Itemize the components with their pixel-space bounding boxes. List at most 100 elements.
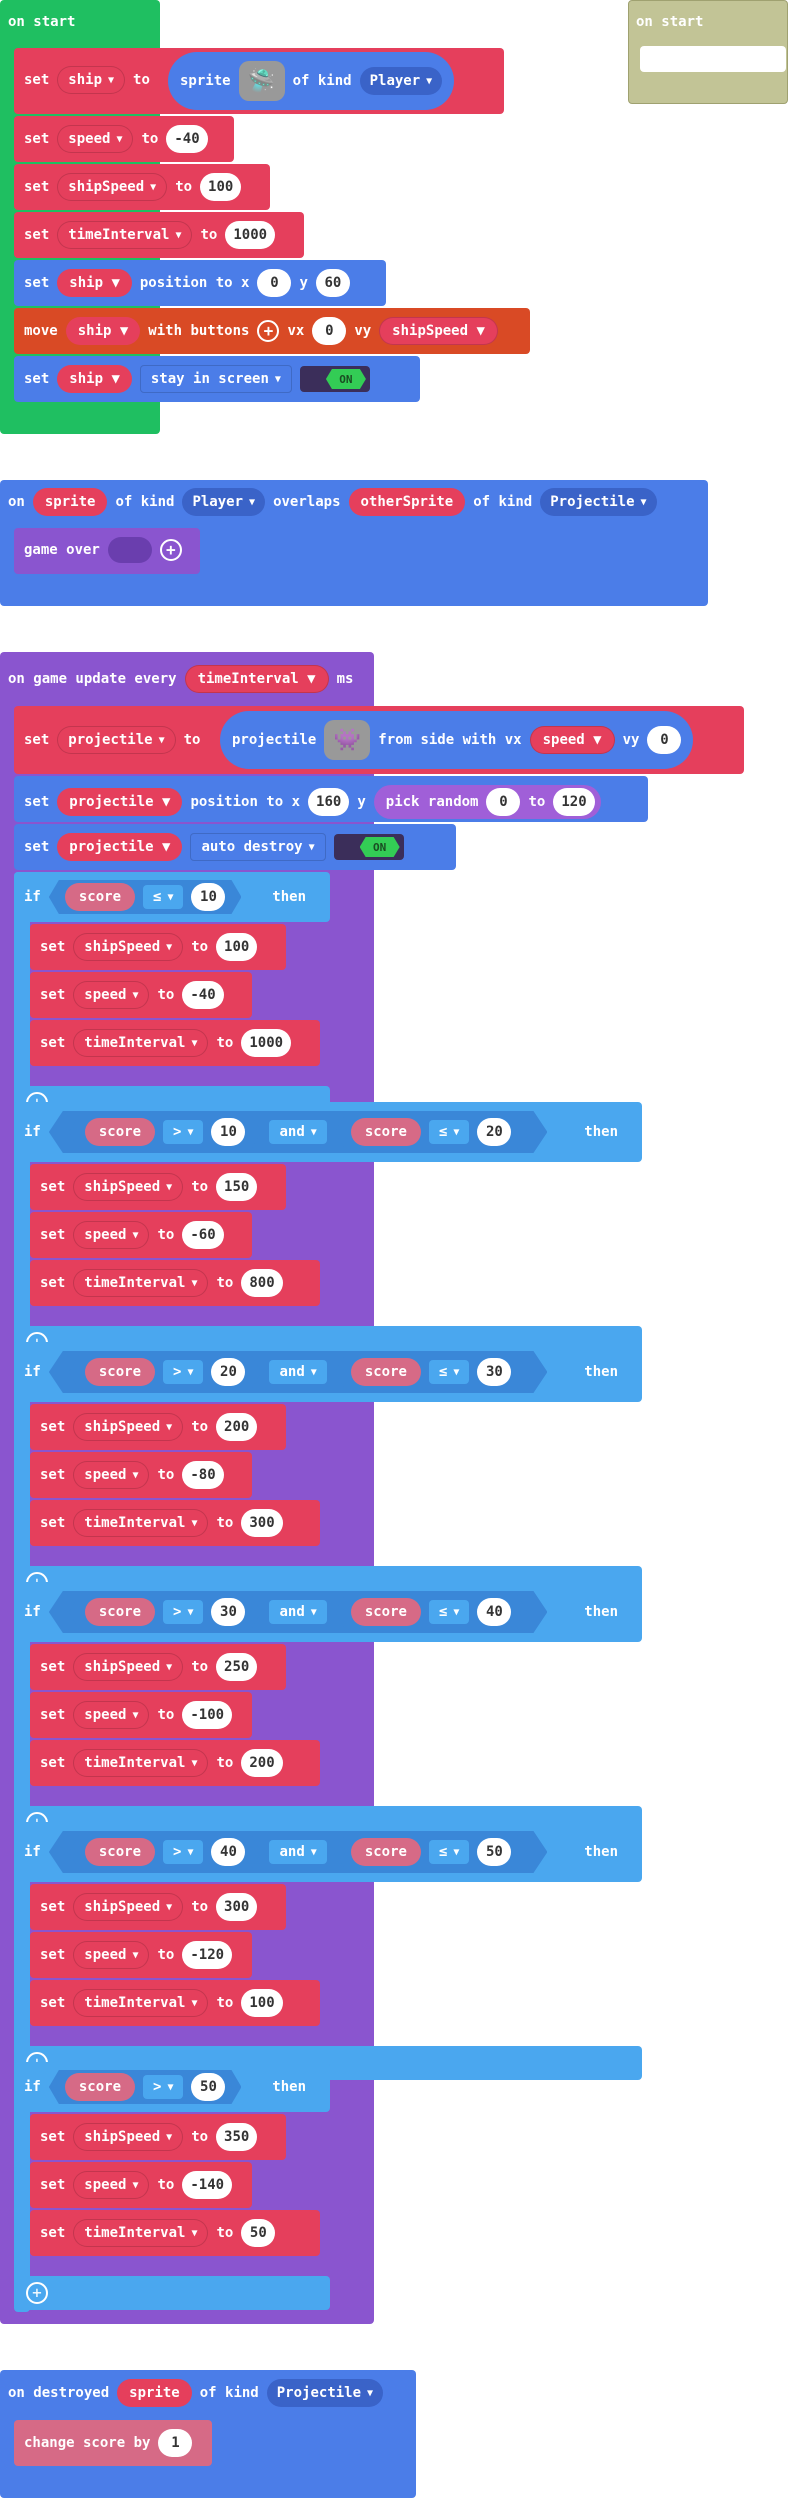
comparison-value-input[interactable]: 40 — [211, 1838, 245, 1866]
othersprite-variable-pill[interactable]: otherSprite — [348, 488, 466, 516]
operator-dropdown[interactable]: ≤ — [429, 1600, 469, 1624]
operator-dropdown[interactable]: ≤ — [429, 1360, 469, 1384]
kind-dropdown-player[interactable]: Player — [359, 67, 443, 95]
y-value-input[interactable]: 60 — [315, 269, 350, 297]
and-block[interactable]: score > 30 and score ≤ 40 — [49, 1591, 548, 1633]
comparison-block[interactable]: score > 10 — [69, 1115, 262, 1149]
variable-dropdown-timeInterval[interactable]: timeInterval — [73, 1029, 209, 1057]
shipSpeed-value-input[interactable]: 100 — [200, 173, 242, 201]
shipSpeed-value-input[interactable]: 250 — [216, 1653, 258, 1681]
comparison-block[interactable]: score > 30 — [69, 1595, 262, 1629]
variable-dropdown-speed[interactable]: speed — [73, 1701, 150, 1729]
shipSpeed-value-input[interactable]: 150 — [216, 1173, 258, 1201]
comparison-value-input[interactable]: 20 — [477, 1118, 511, 1146]
comparison-block[interactable]: score > 40 — [69, 1835, 262, 1869]
vx-value-input[interactable]: 0 — [312, 317, 347, 345]
variable-dropdown-timeInterval[interactable]: timeInterval — [73, 2219, 209, 2247]
shipSpeed-value-input[interactable]: 200 — [216, 1413, 258, 1441]
operator-dropdown[interactable]: ≤ — [143, 885, 183, 909]
and-block[interactable]: score > 10 and score ≤ 20 — [49, 1111, 548, 1153]
flag-dropdown-stay-in-screen[interactable]: stay in screen — [139, 365, 292, 393]
and-or-dropdown[interactable]: and — [269, 1600, 326, 1624]
operator-dropdown[interactable]: > — [163, 1120, 203, 1144]
variable-dropdown-timeInterval[interactable]: timeInterval — [73, 1989, 209, 2017]
speed-value-input[interactable]: -60 — [182, 1221, 224, 1249]
projectile-from-side-block[interactable]: projectile 👾 from side with vx speed ▼ v… — [220, 711, 694, 769]
on-off-toggle[interactable]: ON — [333, 834, 404, 860]
and-or-dropdown[interactable]: and — [269, 1120, 326, 1144]
variable-dropdown-speed[interactable]: speed — [73, 1461, 150, 1489]
variable-dropdown-timeInterval[interactable]: timeInterval — [73, 1509, 209, 1537]
comparison-value-input[interactable]: 30 — [477, 1358, 511, 1386]
variable-dropdown-shipSpeed[interactable]: shipSpeed — [73, 1893, 184, 1921]
comparison-block[interactable]: score > 50 — [49, 2070, 242, 2104]
shipSpeed-value-input[interactable]: 350 — [216, 2123, 258, 2151]
on-off-toggle[interactable]: ON — [299, 366, 370, 392]
timeInterval-value-input[interactable]: 100 — [241, 1989, 283, 2017]
variable-dropdown-shipSpeed[interactable]: shipSpeed — [73, 933, 184, 961]
comparison-value-input[interactable]: 10 — [211, 1118, 245, 1146]
timeInterval-value-input[interactable]: 1000 — [241, 1029, 292, 1057]
operator-dropdown[interactable]: > — [163, 1840, 203, 1864]
expand-plus-icon[interactable]: + — [159, 539, 182, 561]
variable-dropdown-speed[interactable]: speed — [73, 1221, 150, 1249]
speed-value-input[interactable]: -80 — [182, 1461, 224, 1489]
variable-dropdown-shipSpeed[interactable]: shipSpeed — [73, 1173, 184, 1201]
speed-value-input[interactable]: -40 — [182, 981, 224, 1009]
variable-dropdown-speed[interactable]: speed ▼ — [529, 726, 615, 754]
and-block[interactable]: score > 40 and score ≤ 50 — [49, 1831, 548, 1873]
kind-dropdown-projectile[interactable]: Projectile — [266, 2379, 384, 2407]
comparison-block[interactable]: score ≤ 20 — [335, 1115, 528, 1149]
if-block-footer[interactable] — [14, 2276, 330, 2310]
and-block[interactable]: score > 20 and score ≤ 30 — [49, 1351, 548, 1393]
variable-dropdown-shipSpeed[interactable]: shipSpeed — [73, 1653, 184, 1681]
operator-dropdown[interactable]: > — [143, 2075, 183, 2099]
variable-dropdown-shipSpeed[interactable]: shipSpeed — [57, 173, 168, 201]
shipSpeed-value-input[interactable]: 100 — [216, 933, 258, 961]
score-reporter[interactable]: score — [351, 1838, 421, 1866]
variable-dropdown-speed[interactable]: speed — [73, 1941, 150, 1969]
comparison-block[interactable]: score ≤ 50 — [335, 1835, 528, 1869]
speed-value-input[interactable]: -40 — [166, 125, 208, 153]
operator-dropdown[interactable]: ≤ — [429, 1840, 469, 1864]
operator-dropdown[interactable]: > — [163, 1600, 203, 1624]
operator-dropdown[interactable]: > — [163, 1360, 203, 1384]
comparison-block[interactable]: score > 20 — [69, 1355, 262, 1389]
kind-dropdown-projectile[interactable]: Projectile — [540, 488, 657, 516]
variable-dropdown-timeInterval[interactable]: timeInterval — [73, 1749, 209, 1777]
expand-plus-icon[interactable]: + — [257, 320, 280, 342]
shipSpeed-value-input[interactable]: 300 — [216, 1893, 258, 1921]
timeInterval-value-input[interactable]: 50 — [241, 2219, 276, 2247]
variable-dropdown-ship[interactable]: ship ▼ — [65, 317, 141, 345]
variable-dropdown-speed[interactable]: speed — [73, 2171, 150, 2199]
create-sprite-block[interactable]: sprite 🛸 of kind Player — [168, 52, 455, 110]
timeInterval-value-input[interactable]: 200 — [241, 1749, 283, 1777]
pick-random-block[interactable]: pick random 0 to 120 — [373, 785, 601, 819]
variable-dropdown-projectile[interactable]: projectile ▼ — [57, 833, 183, 861]
score-reporter[interactable]: score — [85, 1838, 155, 1866]
comparison-value-input[interactable]: 50 — [477, 1838, 511, 1866]
speed-value-input[interactable]: -140 — [182, 2171, 233, 2199]
comparison-block[interactable]: score ≤ 40 — [335, 1595, 528, 1629]
sprite-variable-pill[interactable]: sprite — [32, 488, 108, 516]
variable-dropdown-timeInterval[interactable]: timeInterval — [73, 1269, 209, 1297]
score-reporter[interactable]: score — [351, 1358, 421, 1386]
comparison-value-input[interactable]: 10 — [191, 883, 225, 911]
timeInterval-value-input[interactable]: 1000 — [225, 221, 276, 249]
flag-dropdown-auto-destroy[interactable]: auto destroy — [190, 833, 326, 861]
random-max-input[interactable]: 120 — [553, 788, 595, 816]
score-change-input[interactable]: 1 — [158, 2429, 193, 2457]
vy-value-input[interactable]: 0 — [647, 726, 682, 754]
random-min-input[interactable]: 0 — [486, 788, 521, 816]
comparison-value-input[interactable]: 30 — [211, 1598, 245, 1626]
score-reporter[interactable]: score — [85, 1118, 155, 1146]
projectile-sprite-icon[interactable]: 👾 — [324, 720, 371, 760]
score-reporter[interactable]: score — [351, 1598, 421, 1626]
comparison-value-input[interactable]: 50 — [191, 2073, 225, 2101]
win-toggle-slot[interactable] — [107, 537, 152, 563]
variable-dropdown-shipSpeed[interactable]: shipSpeed — [73, 2123, 184, 2151]
variable-dropdown-speed[interactable]: speed — [57, 125, 134, 153]
variable-dropdown-shipSpeed[interactable]: shipSpeed ▼ — [379, 317, 498, 345]
score-reporter[interactable]: score — [65, 2073, 135, 2101]
x-value-input[interactable]: 0 — [257, 269, 292, 297]
